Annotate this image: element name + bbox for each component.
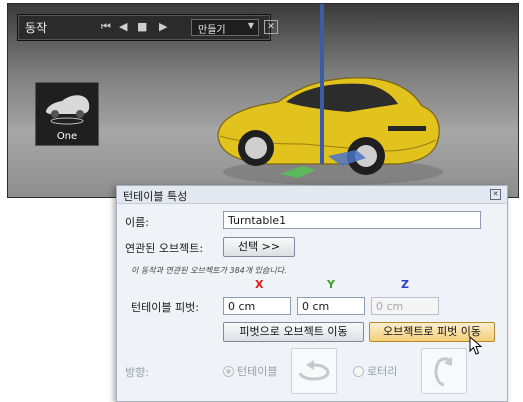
move-object-to-pivot-button[interactable]: 피벗으로 오브젝트 이동 <box>223 322 364 342</box>
turntable-radio[interactable] <box>223 366 234 377</box>
action-toolbar: 동작 ⏮ ◀ ■ ▶ 만들기 ▼ ✕ <box>18 15 278 40</box>
related-count-note: 이 동작과 연관된 오브젝트가 384개 있습니다. <box>131 266 287 275</box>
panel-header: 턴테이블 특성 ✕ <box>117 186 507 204</box>
chevron-down-icon: ▼ <box>247 21 254 30</box>
name-field[interactable]: Turntable1 <box>223 211 481 229</box>
mouse-cursor-icon <box>469 336 483 355</box>
pivot-axis-line <box>320 4 324 164</box>
play-button[interactable]: ▶ <box>159 20 167 33</box>
axis-z-label: Z <box>401 278 409 291</box>
step-back-button[interactable]: ◀ <box>119 20 127 33</box>
name-label: 이름: <box>125 216 149 229</box>
thumbnail-label: One <box>56 131 78 142</box>
close-icon[interactable]: ✕ <box>490 189 501 200</box>
turntable-option-label: 턴테이블 <box>237 365 278 378</box>
related-objects-label: 연관된 오브젝트: <box>125 242 204 255</box>
pivot-label: 턴테이블 피벗: <box>131 301 199 314</box>
axis-x-label: X <box>255 278 264 291</box>
pivot-z-field[interactable]: 0 cm <box>371 297 439 315</box>
car-thumbnail-icon <box>46 95 90 125</box>
close-icon[interactable]: ✕ <box>264 20 278 34</box>
turntable-properties-panel: 턴테이블 특성 ✕ 이름: Turntable1 연관된 오브젝트: 선택 >>… <box>116 185 508 402</box>
panel-title: 턴테이블 특성 <box>123 190 188 203</box>
stop-button[interactable]: ■ <box>137 20 147 33</box>
pivot-x-field[interactable]: 0 cm <box>223 297 291 315</box>
pivot-y-field[interactable]: 0 cm <box>297 297 365 315</box>
rotary-radio[interactable] <box>353 366 364 377</box>
create-dropdown[interactable]: 만들기 ▼ <box>191 19 259 36</box>
turntable-rotation-icon <box>291 348 337 394</box>
select-objects-button[interactable]: 선택 >> <box>223 237 295 257</box>
rotary-rotation-icon <box>421 348 467 394</box>
create-dropdown-value: 만들기 <box>198 25 226 36</box>
turntable-thumbnail[interactable]: One <box>35 82 99 146</box>
viewport-3d[interactable]: 동작 ⏮ ◀ ■ ▶ 만들기 ▼ ✕ One <box>7 3 519 198</box>
car-model[interactable] <box>208 64 448 194</box>
action-title: 동작 <box>25 21 48 35</box>
skip-to-start-button[interactable]: ⏮ <box>101 20 111 34</box>
axis-y-label: Y <box>327 278 335 291</box>
direction-label: 방향: <box>125 366 149 379</box>
rotary-option-label: 로터리 <box>367 365 398 378</box>
